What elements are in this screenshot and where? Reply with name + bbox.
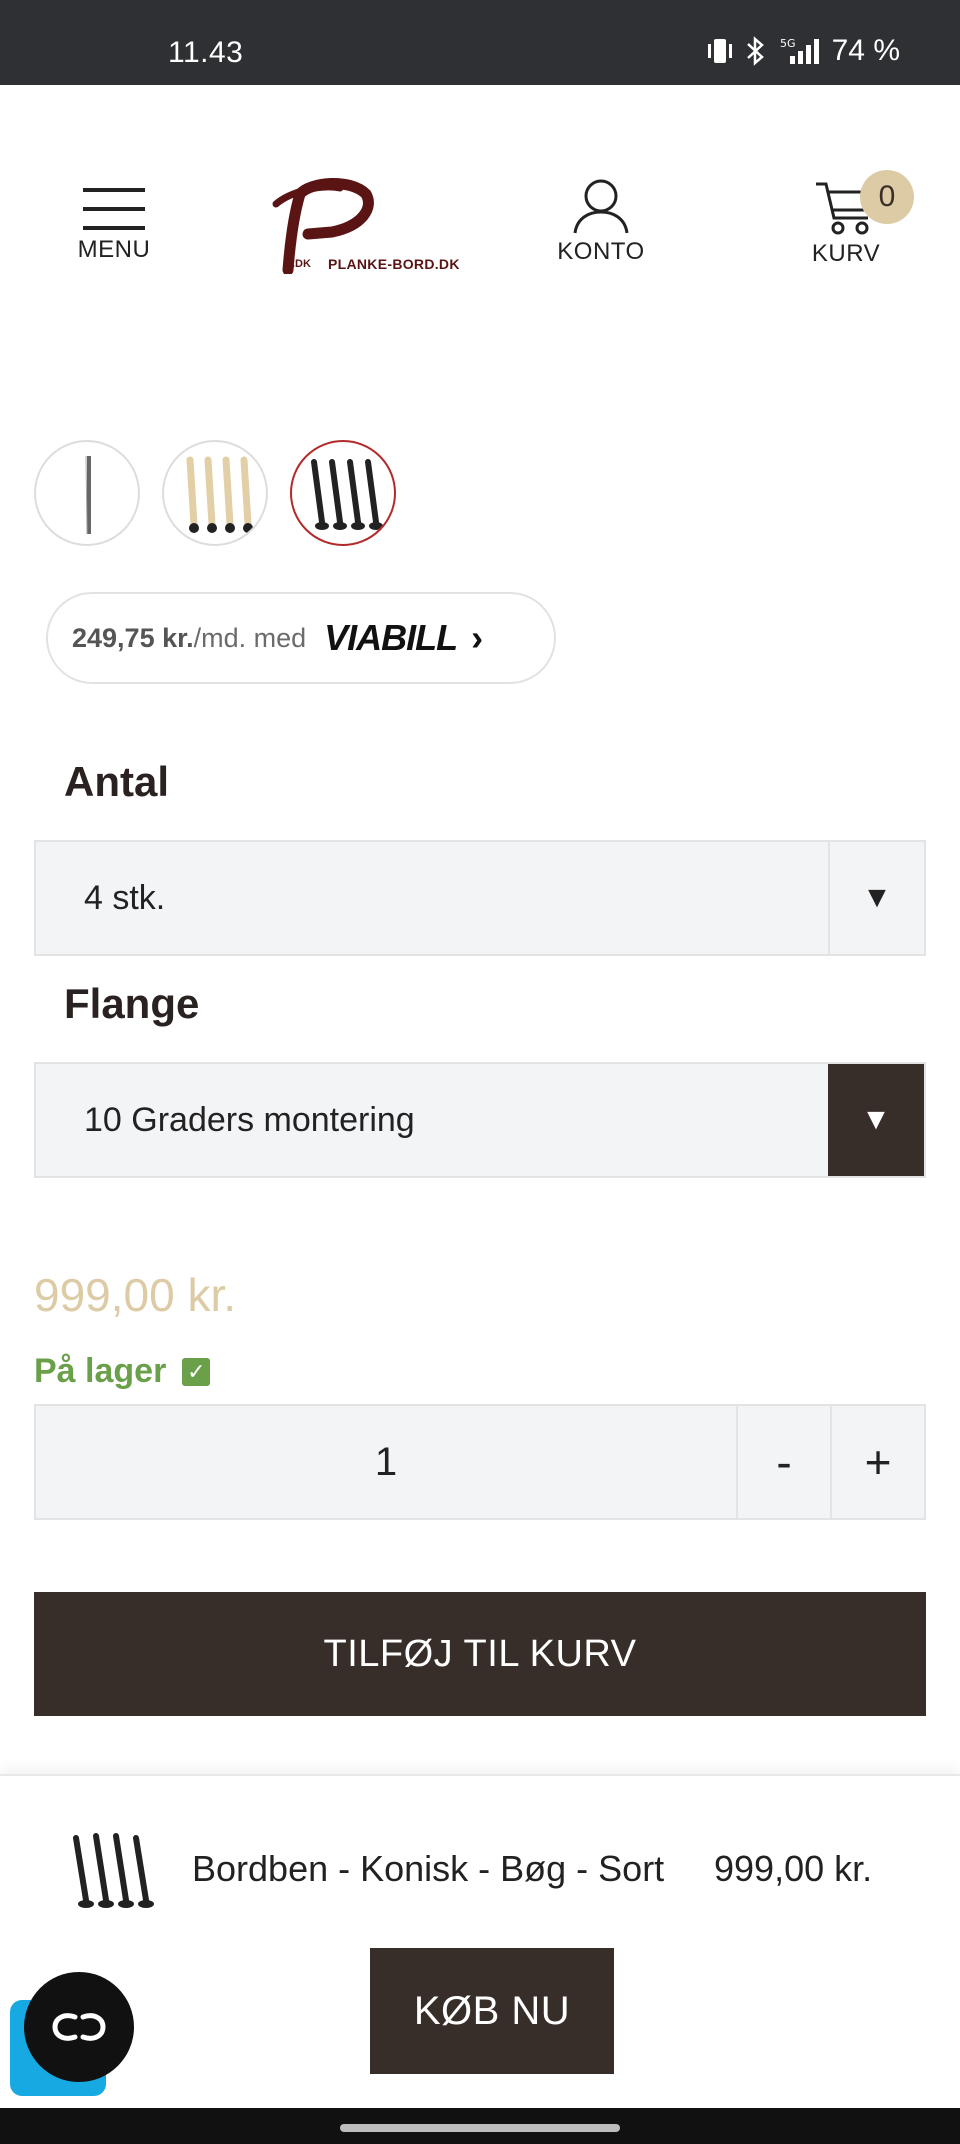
flange-select[interactable]: 10 Graders montering ▼ (34, 1062, 926, 1178)
viabill-logo: VIABILL (324, 617, 458, 658)
cart-label: KURV (811, 240, 881, 267)
menu-button[interactable]: MENU (76, 186, 152, 264)
viabill-suffix: /md. med (193, 622, 307, 653)
system-nav-bar (0, 2108, 960, 2144)
hamburger-icon (83, 188, 145, 230)
home-gesture-handle[interactable] (340, 2124, 620, 2132)
bluetooth-icon (746, 36, 764, 66)
product-price: 999,00 kr. (34, 1269, 237, 1321)
dropdown-arrow-icon: ▼ (828, 842, 924, 954)
stock-label: På lager (34, 1352, 167, 1390)
sticky-product-name: Bordben - Konisk - Bøg - Sort (192, 1848, 665, 1889)
antal-value: 4 stk. (84, 878, 166, 917)
account-label: KONTO (557, 238, 645, 265)
flange-value: 10 Graders montering (84, 1100, 415, 1139)
thumbnail-black-legs[interactable] (290, 440, 396, 546)
logo-text: PLANKE-BORD.DK (328, 256, 460, 272)
natural-legs-image (186, 456, 253, 533)
table-leg-image (85, 455, 91, 535)
product-page: 11.43 5G 74 % MENU Bord .DK PLANKE-BORD.… (0, 0, 960, 2144)
black-legs-image (311, 459, 383, 530)
svg-text:5G: 5G (780, 37, 796, 50)
antal-select[interactable]: 4 stk. ▼ (34, 840, 926, 956)
quantity-stepper: 1 - + (34, 1404, 926, 1520)
chat-logo-icon (52, 2013, 106, 2041)
quantity-input[interactable]: 1 (36, 1406, 736, 1518)
site-logo[interactable]: Bord .DK PLANKE-BORD.DK (270, 174, 459, 274)
signal-5g-icon: 5G (780, 37, 819, 64)
battery-percent: 74 % (831, 34, 900, 67)
logo-small-top: Bord (320, 204, 351, 217)
add-to-cart-button[interactable]: TILFØJ TIL KURV (34, 1592, 926, 1716)
viabill-amount: 249,75 kr. (72, 622, 194, 653)
account-button[interactable]: KONTO (556, 178, 646, 266)
sticky-product-price: 999,00 kr. (714, 1848, 873, 1889)
buy-now-button[interactable]: KØB NU (370, 1948, 614, 2074)
menu-label: MENU (77, 236, 151, 263)
antal-label: Antal (64, 758, 169, 805)
status-bar: 11.43 5G 74 % (0, 0, 960, 85)
status-time: 11.43 (168, 36, 244, 69)
vibrate-icon (707, 39, 732, 63)
status-icons: 5G 74 % (706, 34, 900, 68)
stock-status: På lager ✓ (34, 1352, 211, 1391)
product-thumbnail-image (73, 1833, 154, 1908)
dropdown-arrow-icon: ▼ (828, 1064, 924, 1176)
quantity-increase-button[interactable]: + (830, 1406, 924, 1518)
quantity-decrease-button[interactable]: - (736, 1406, 830, 1518)
flange-label: Flange (64, 980, 200, 1027)
sticky-buy-bar: Bordben - Konisk - Bøg - Sort 999,00 kr.… (0, 1774, 960, 2108)
thumbnail-single-leg[interactable] (34, 440, 140, 546)
thumbnail-natural-legs[interactable] (162, 440, 268, 546)
user-icon (573, 179, 629, 234)
cart-count-badge: 0 (860, 170, 914, 224)
chevron-right-icon: › (471, 617, 484, 658)
logo-small-bottom: .DK (292, 258, 311, 270)
viabill-financing-button[interactable]: 249,75 kr. /md. med VIABILL › (46, 592, 556, 684)
chat-button[interactable] (24, 1972, 134, 2082)
checkmark-icon: ✓ (182, 1357, 211, 1386)
